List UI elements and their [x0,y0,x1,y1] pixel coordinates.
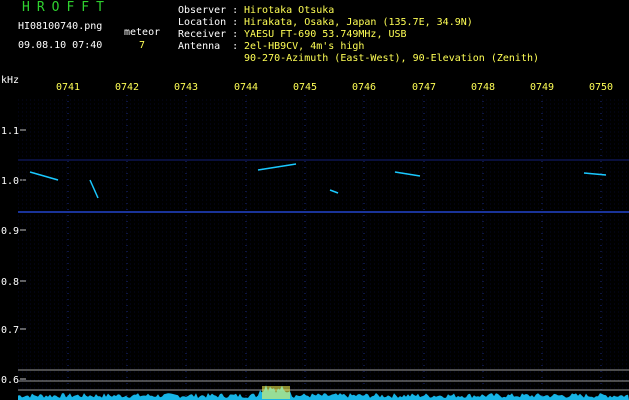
y-tick-label: 0.7 [1,325,19,336]
spectrogram: kHz 1.1 1.0 0.9 0.8 0.7 0.6 0741 0742 07… [1,71,629,400]
time-tick-label: 0750 [589,82,613,93]
time-tick-label: 0747 [412,82,436,93]
y-tick-label: 1.0 [1,176,19,187]
time-tick-label: 0748 [471,82,495,93]
y-tick-label: 0.8 [1,277,19,288]
time-tick-label: 0745 [293,82,317,93]
time-tick-label: 0743 [174,82,198,93]
y-tick-label: 0.9 [1,226,19,237]
time-tick-label: 0744 [234,82,258,93]
spectrogram-background [18,71,629,400]
unit-label: kHz [1,75,19,86]
time-tick-label: 0741 [56,82,80,93]
y-tick-label: 0.6 [1,375,19,386]
activity-peak [262,386,290,399]
time-tick-label: 0749 [530,82,554,93]
y-tick-label: 1.1 [1,126,19,137]
time-tick-label: 0742 [115,82,139,93]
time-tick-label: 0746 [352,82,376,93]
